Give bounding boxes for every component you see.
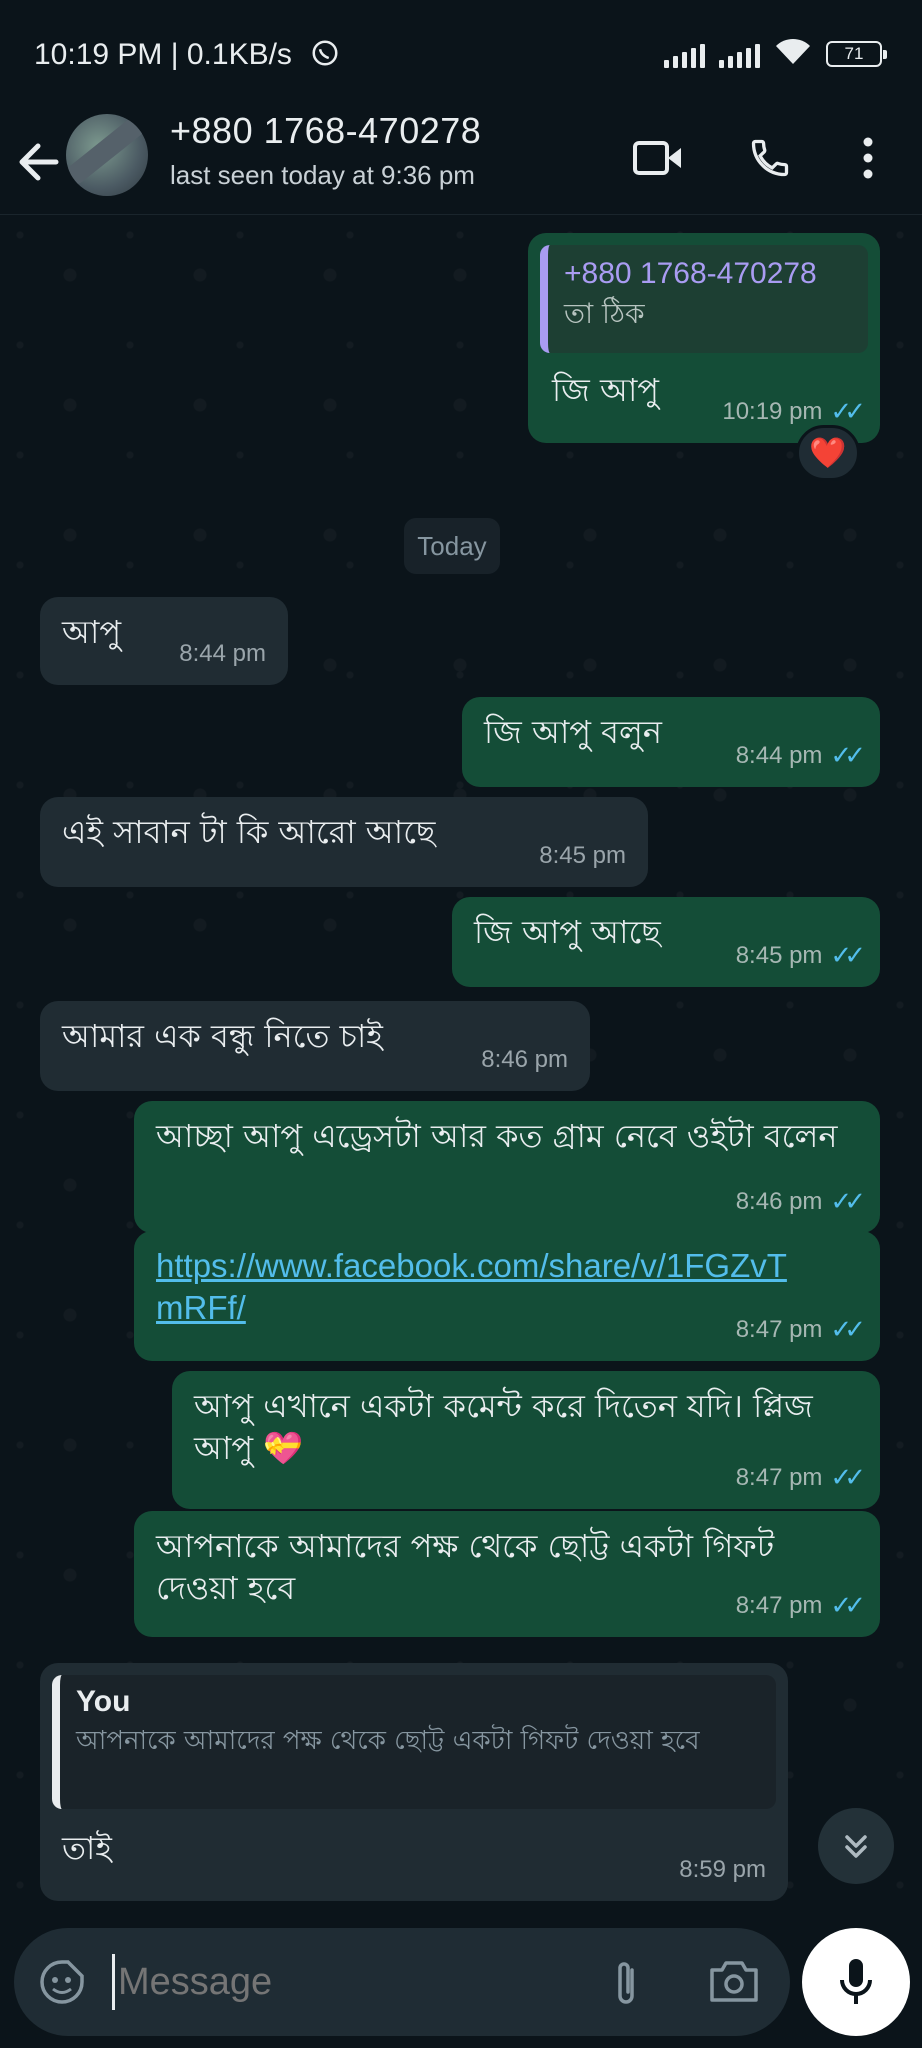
message-input[interactable] (118, 1952, 598, 2012)
signal-icon-2 (719, 40, 760, 68)
message-text: আপু (62, 613, 122, 651)
message-meta: 8:46 pm ✓✓ (735, 1181, 866, 1223)
signal-icon (664, 40, 705, 68)
read-ticks-icon: ✓✓ (830, 1315, 865, 1345)
message-time: 8:46 pm (735, 1188, 823, 1215)
quoted-message[interactable]: +880 1768-470278 তা ঠিক (540, 245, 868, 353)
message-text: আচ্ছা আপু এড্রেসটা আর কত গ্রাম নেবে ওইটা… (156, 1117, 838, 1155)
video-call-icon[interactable] (628, 128, 688, 188)
back-arrow-icon[interactable] (16, 134, 66, 190)
double-chevron-down-icon (845, 1835, 867, 1858)
message-text: আপু এখানে একটা কমেন্ট করে দিতেন যদি। প্ল… (194, 1387, 813, 1467)
contact-name[interactable]: +880 1768-470278 (170, 110, 481, 152)
read-ticks-icon: ✓✓ (830, 741, 865, 771)
message-time: 8:59 pm (679, 1856, 766, 1883)
quote-text: তা ঠিক (564, 297, 645, 330)
reaction-badge[interactable]: ❤️ (796, 425, 860, 481)
message-meta: 8:44 pm (179, 633, 266, 675)
message-time: 8:44 pm (735, 742, 823, 769)
message-bubble-in[interactable]: আপু 8:44 pm (40, 597, 288, 685)
message-text: আমার এক বন্ধু নিতে চাই (62, 1017, 383, 1055)
message-time: 8:44 pm (179, 640, 266, 667)
read-ticks-icon: ✓✓ (830, 941, 865, 971)
message-text: তাই (62, 1829, 112, 1867)
message-time: 8:47 pm (735, 1464, 823, 1491)
message-bubble-in[interactable]: You আপনাকে আমাদের পক্ষ থেকে ছোট্ট একটা গ… (40, 1663, 788, 1901)
message-time: 8:46 pm (481, 1046, 568, 1073)
message-time: 8:45 pm (539, 842, 626, 869)
message-bubble-out[interactable]: আচ্ছা আপু এড্রেসটা আর কত গ্রাম নেবে ওইটা… (134, 1101, 880, 1233)
message-meta: 8:47 pm ✓✓ (735, 1585, 866, 1627)
sticker-icon[interactable] (38, 1958, 86, 2011)
message-time: 8:45 pm (735, 942, 823, 969)
microphone-icon (840, 1959, 872, 2004)
message-bubble-in[interactable]: এই সাবান টা কি আরো আছে 8:45 pm (40, 797, 648, 887)
last-seen-status: last seen today at 9:36 pm (170, 160, 475, 190)
message-meta: 8:45 pm (539, 835, 626, 877)
read-ticks-icon: ✓✓ (830, 1591, 865, 1621)
message-text: জি আপু আছে (474, 913, 661, 951)
message-meta: 8:45 pm ✓✓ (735, 935, 866, 977)
status-icons: 71 (664, 36, 887, 71)
message-meta: 8:59 pm (679, 1849, 766, 1891)
message-bubble-out[interactable]: জি আপু বলুন 8:44 pm ✓✓ (462, 697, 880, 787)
scroll-to-bottom-button[interactable] (818, 1808, 894, 1884)
more-options-icon[interactable] (838, 128, 898, 188)
text-cursor (112, 1954, 115, 2010)
chat-messages[interactable]: +880 1768-470278 তা ঠিক জি আপু 10:19 pm … (0, 215, 922, 1915)
attach-icon[interactable] (612, 1958, 640, 2013)
battery-icon: 71 (826, 40, 887, 67)
message-bubble-out[interactable]: আপনাকে আমাদের পক্ষ থেকে ছোট্ট একটা গিফট … (134, 1511, 880, 1637)
message-text: এই সাবান টা কি আরো আছে (62, 813, 436, 851)
status-bar: 10:19 PM | 0.1KB/s 71 (0, 0, 922, 110)
message-bubble-out[interactable]: https://www.facebook.com/share/v/1FGZvTm… (134, 1231, 880, 1361)
message-time: 10:19 pm (722, 398, 823, 425)
wifi-icon (774, 36, 812, 71)
message-bubble-out[interactable]: জি আপু আছে 8:45 pm ✓✓ (452, 897, 880, 987)
read-ticks-icon: ✓✓ (830, 1187, 865, 1217)
quote-text: আপনাকে আমাদের পক্ষ থেকে ছোট্ট একটা গিফট … (76, 1726, 700, 1756)
read-ticks-icon: ✓✓ (830, 1463, 865, 1493)
quote-author: You (76, 1685, 131, 1718)
message-meta: 8:46 pm (481, 1039, 568, 1081)
quote-author: +880 1768-470278 (564, 257, 817, 290)
quoted-message[interactable]: You আপনাকে আমাদের পক্ষ থেকে ছোট্ট একটা গ… (52, 1675, 776, 1809)
message-meta: 8:47 pm ✓✓ (735, 1457, 866, 1499)
message-link[interactable]: https://www.facebook.com/share/v/1FGZvTm… (156, 1247, 787, 1326)
voice-call-icon[interactable] (740, 128, 800, 188)
message-text: আপনাকে আমাদের পক্ষ থেকে ছোট্ট একটা গিফট … (156, 1527, 775, 1607)
message-time: 8:47 pm (735, 1592, 823, 1619)
chat-header: +880 1768-470278 last seen today at 9:36… (0, 110, 922, 215)
battery-level: 71 (844, 43, 864, 63)
message-bubble-in[interactable]: আমার এক বন্ধু নিতে চাই 8:46 pm (40, 1001, 590, 1091)
whatsapp-status-icon (310, 38, 340, 73)
camera-icon[interactable] (708, 1958, 760, 2009)
message-meta: 8:47 pm ✓✓ (735, 1309, 866, 1351)
voice-message-button[interactable] (802, 1928, 910, 2036)
message-text: জি আপু বলুন (484, 713, 662, 751)
message-time: 8:47 pm (735, 1316, 823, 1343)
message-bubble-out[interactable]: আপু এখানে একটা কমেন্ট করে দিতেন যদি। প্ল… (172, 1371, 880, 1509)
message-composer (14, 1928, 790, 2036)
message-bubble-out[interactable]: +880 1768-470278 তা ঠিক জি আপু 10:19 pm … (528, 233, 880, 443)
avatar[interactable] (66, 114, 148, 196)
status-time: 10:19 PM | 0.1KB/s (34, 38, 292, 71)
day-divider: Today (404, 518, 500, 574)
message-meta: 8:44 pm ✓✓ (735, 735, 866, 777)
